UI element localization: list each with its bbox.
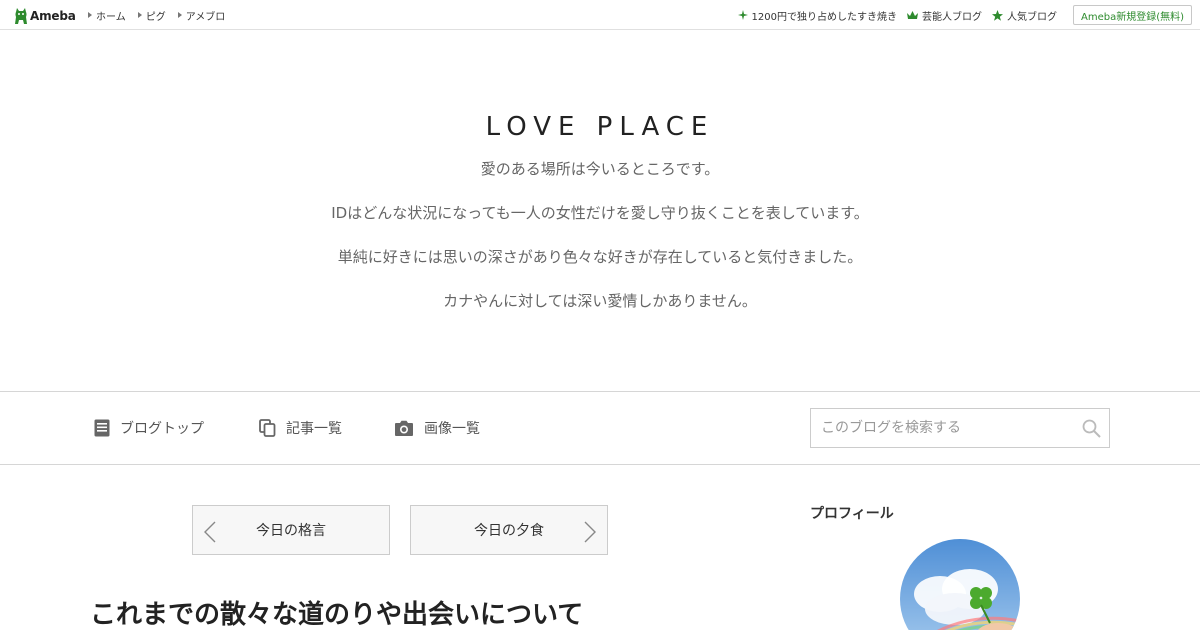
search-icon[interactable] xyxy=(1082,419,1101,438)
popular-blog-link[interactable]: 人気ブログ xyxy=(991,8,1057,23)
next-article-button[interactable]: 今日の夕食 xyxy=(410,505,608,555)
ameba-logo[interactable]: Ameba xyxy=(14,6,76,25)
blog-nav: ブログトップ 記事一覧 画像一覧 xyxy=(0,391,1200,465)
nav-article-list[interactable]: 記事一覧 xyxy=(259,392,342,464)
ameba-mascot-icon xyxy=(15,7,27,24)
global-nav-label: ホーム xyxy=(96,11,126,23)
global-header-links: 1200円で独り占めしたすき焼き 芸能人ブログ 人気ブログ Ameba新規登録(… xyxy=(728,0,1192,30)
global-nav-ameblo[interactable]: アメブロ xyxy=(177,8,226,23)
camera-icon xyxy=(395,420,413,436)
global-header: Ameba ホーム ピグ アメブロ 1200円で独り占めしたすき焼き 芸能人ブロ… xyxy=(0,0,1200,30)
global-nav-pigg[interactable]: ピグ xyxy=(137,8,166,23)
blog-description-line: カナやんに対しては深い愛情しかありません。 xyxy=(443,292,757,310)
next-article-label: 今日の夕食 xyxy=(474,523,544,539)
celebrity-blog-label: 芸能人ブログ xyxy=(921,11,982,23)
chevron-left-icon xyxy=(204,521,216,543)
blog-header: LOVE PLACE 愛のある場所は今いるところです。 IDはどんな状況になって… xyxy=(0,30,1200,392)
profile-avatar[interactable] xyxy=(900,539,1020,630)
sparkle-icon xyxy=(737,10,748,20)
nav-blog-top[interactable]: ブログトップ xyxy=(94,392,204,464)
blog-search-input[interactable] xyxy=(811,409,1071,447)
blog-description-line: 単純に好きには思いの深さがあり色々な好きが存在していると気付きました。 xyxy=(337,248,863,266)
global-nav-label: アメブロ xyxy=(185,11,226,23)
global-nav-label: ピグ xyxy=(145,11,166,23)
popular-blog-label: 人気ブログ xyxy=(1006,11,1057,23)
nav-image-list[interactable]: 画像一覧 xyxy=(394,392,480,464)
nav-label: ブログトップ xyxy=(120,421,204,437)
logo-text: Ameba xyxy=(30,8,76,23)
caret-right-icon xyxy=(177,12,182,18)
nav-label: 記事一覧 xyxy=(286,421,342,437)
nav-label: 画像一覧 xyxy=(424,421,480,437)
prev-article-button[interactable]: 今日の格言 xyxy=(192,505,390,555)
blog-description-line: 愛のある場所は今いるところです。 xyxy=(480,160,720,178)
clover-sky-image xyxy=(900,539,1020,630)
register-button[interactable]: Ameba新規登録(無料) xyxy=(1072,5,1192,25)
blog-description-line: IDはどんな状況になっても一人の女性だけを愛し守り抜くことを表しています。 xyxy=(331,204,869,222)
blog-search xyxy=(810,408,1110,448)
star-icon xyxy=(991,9,1003,21)
prev-article-label: 今日の格言 xyxy=(256,523,326,539)
caret-right-icon xyxy=(88,12,92,18)
blog-title[interactable]: LOVE PLACE xyxy=(0,112,1200,142)
global-nav: ホーム ピグ アメブロ xyxy=(88,0,237,30)
crown-icon xyxy=(906,10,918,19)
article-title[interactable]: これまでの散々な道のりや出会いについて xyxy=(90,594,583,630)
featured-article-link[interactable]: 1200円で独り占めしたすき焼き xyxy=(737,8,897,23)
copy-icon xyxy=(259,419,276,437)
global-nav-home[interactable]: ホーム xyxy=(88,8,126,23)
profile-heading: プロフィール xyxy=(810,506,894,522)
document-icon xyxy=(94,419,110,437)
celebrity-blog-link[interactable]: 芸能人ブログ xyxy=(906,8,982,23)
caret-right-icon xyxy=(137,12,142,18)
chevron-right-icon xyxy=(584,521,596,543)
featured-article-label: 1200円で独り占めしたすき焼き xyxy=(751,11,897,23)
